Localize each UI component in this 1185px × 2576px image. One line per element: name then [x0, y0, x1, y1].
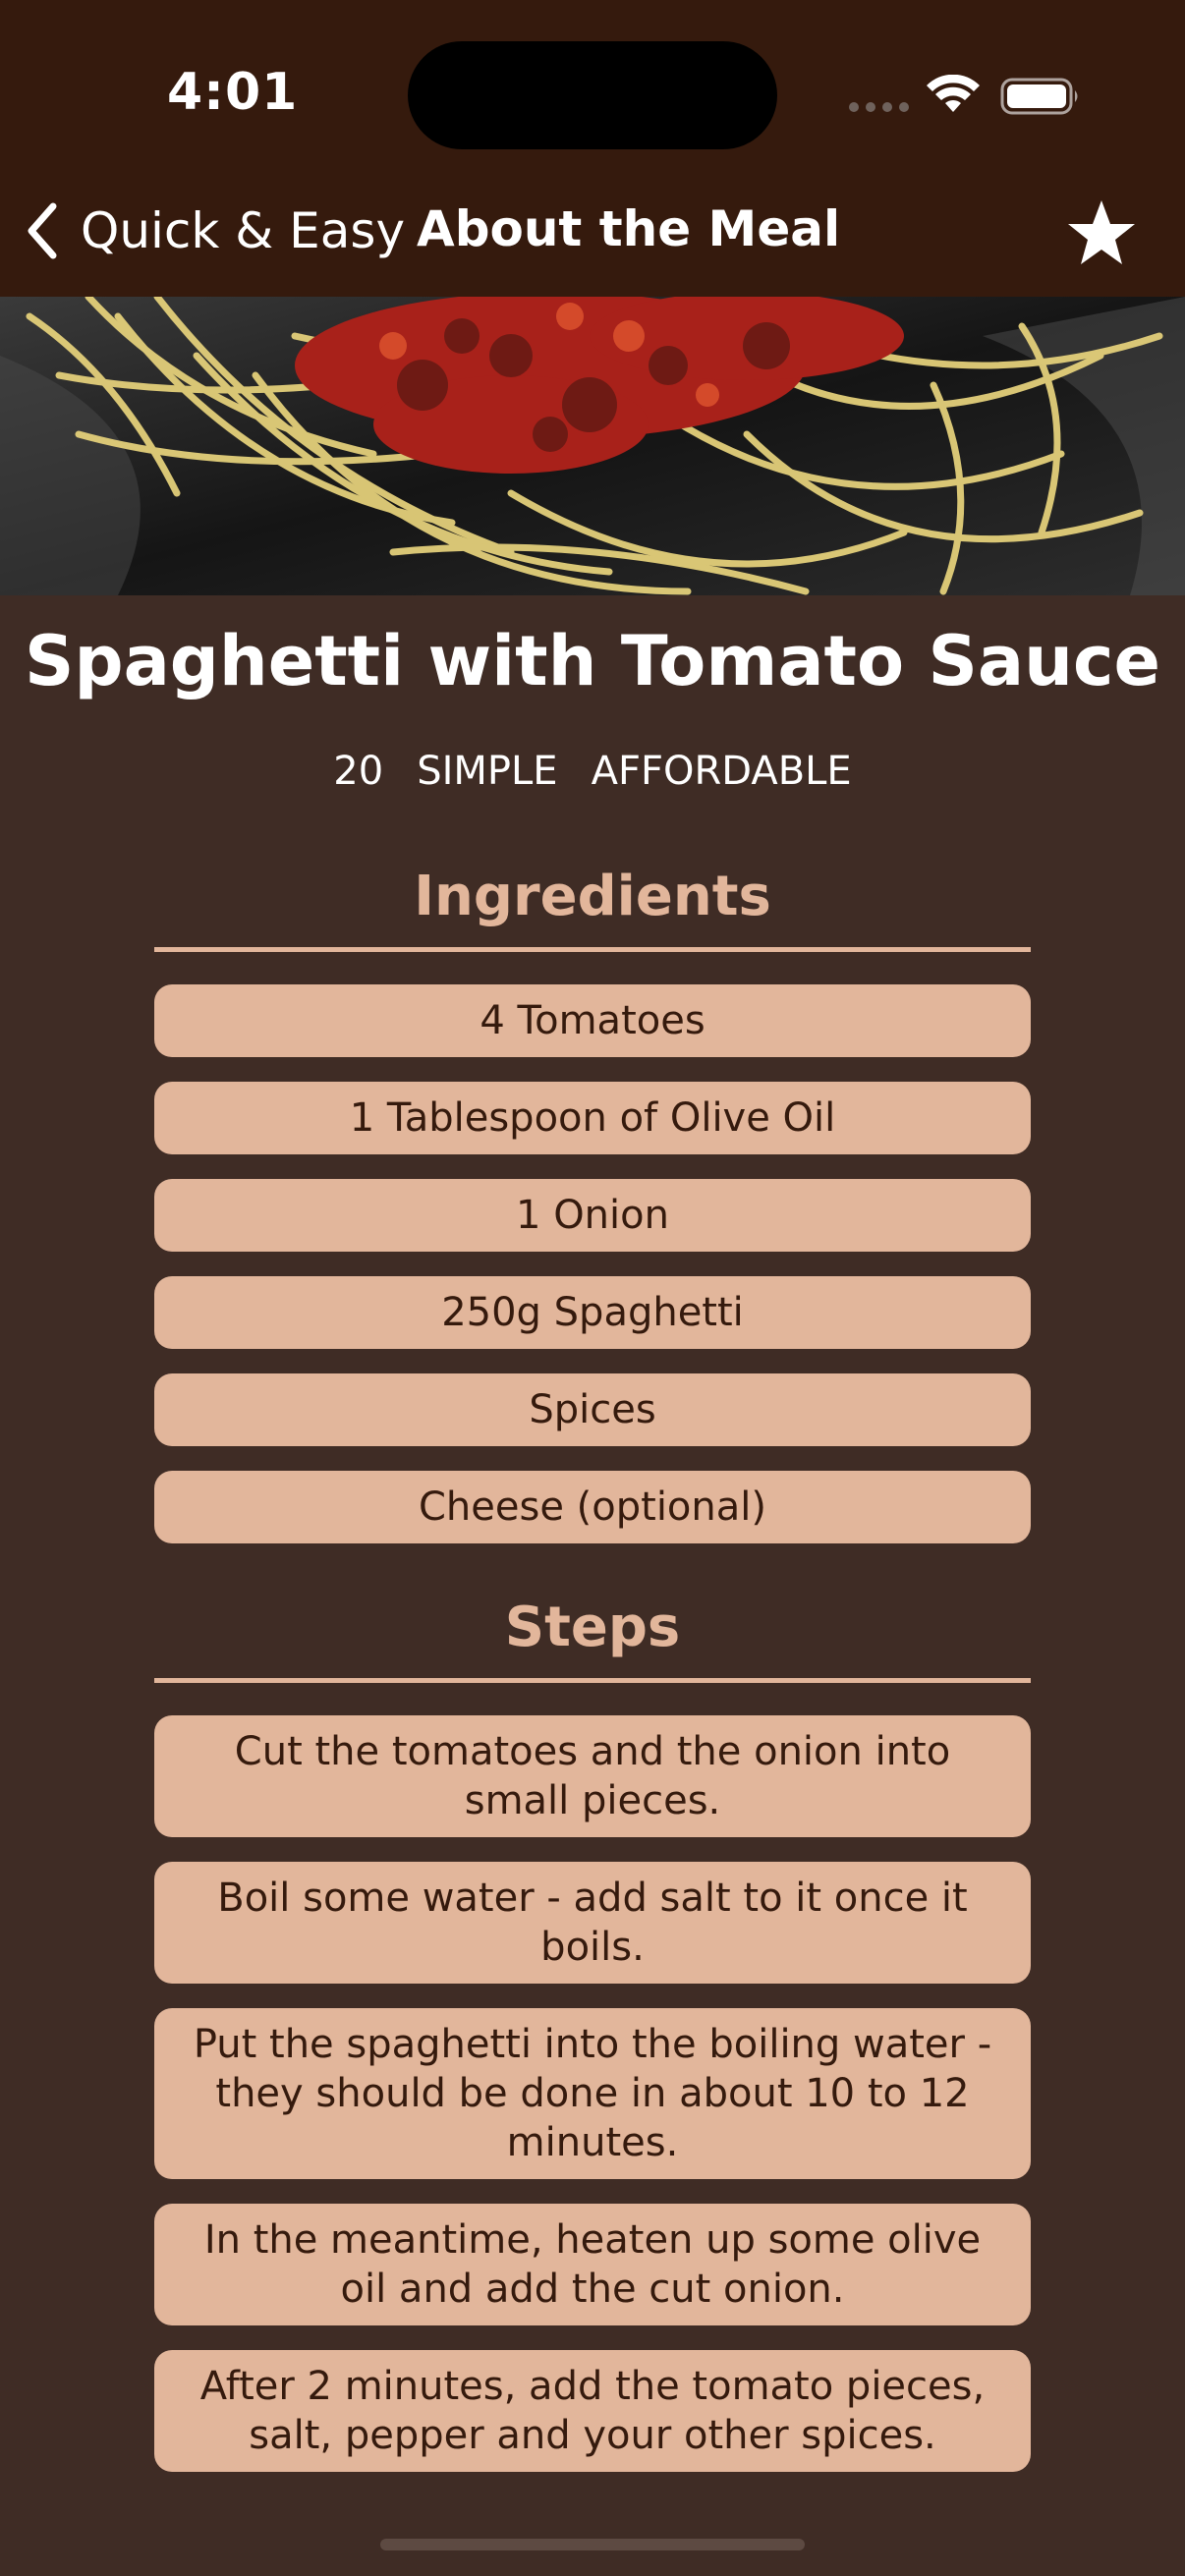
meal-detail-screen: 4:01 Quick & Easy About the Meal Spaghet… — [0, 0, 1185, 2576]
ingredients-divider — [154, 947, 1031, 952]
chevron-left-icon — [28, 202, 57, 259]
cellular-signal-icon — [849, 102, 909, 112]
ingredient-item: 4 Tomatoes — [154, 984, 1031, 1057]
back-button[interactable]: Quick & Easy — [22, 196, 405, 265]
step-item: After 2 minutes, add the tomato pieces, … — [154, 2350, 1031, 2472]
ingredient-item: Cheese (optional) — [154, 1471, 1031, 1543]
page-title: About the Meal — [417, 200, 841, 257]
meal-title: Spaghetti with Tomato Sauce — [25, 621, 1160, 701]
steps-heading: Steps — [504, 1596, 681, 1659]
back-label: Quick & Easy — [81, 202, 406, 259]
dynamic-island — [408, 41, 777, 149]
meal-image — [0, 297, 1185, 595]
ingredient-item: 1 Tablespoon of Olive Oil — [154, 1082, 1031, 1154]
status-time: 4:01 — [167, 63, 299, 122]
meal-affordability: AFFORDABLE — [591, 749, 852, 794]
spaghetti-photo — [0, 297, 1185, 595]
ingredient-item: 1 Onion — [154, 1179, 1031, 1252]
step-item: Put the spaghetti into the boiling water… — [154, 2008, 1031, 2179]
step-item: Cut the tomatoes and the onion into smal… — [154, 1715, 1031, 1837]
meal-duration: 20 — [333, 749, 384, 794]
home-indicator[interactable] — [380, 2539, 805, 2550]
battery-icon — [1000, 78, 1078, 115]
ingredient-item: 250g Spaghetti — [154, 1276, 1031, 1349]
wifi-icon — [927, 75, 980, 112]
ingredients-heading: Ingredients — [414, 865, 771, 928]
steps-divider — [154, 1678, 1031, 1683]
navigation-header: 4:01 Quick & Easy About the Meal — [0, 0, 1185, 297]
step-item: In the meantime, heaten up some olive oi… — [154, 2204, 1031, 2325]
favorite-star-icon[interactable] — [1065, 196, 1138, 269]
step-item: Boil some water - add salt to it once it… — [154, 1862, 1031, 1984]
meal-complexity: SIMPLE — [417, 749, 558, 794]
ingredient-item: Spices — [154, 1373, 1031, 1446]
meal-meta: 20 SIMPLE AFFORDABLE — [0, 749, 1185, 794]
